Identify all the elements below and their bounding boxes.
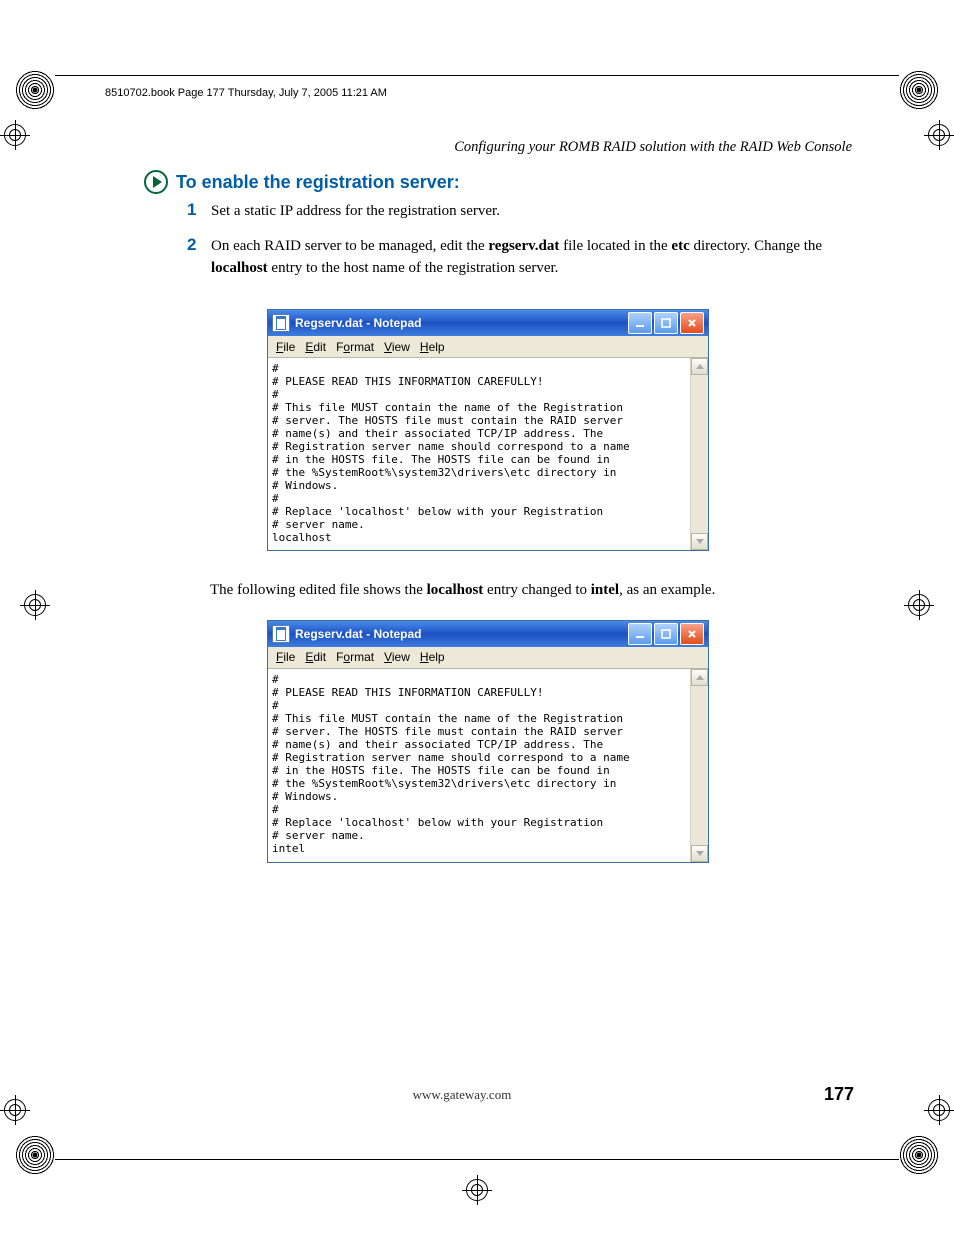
menubar: File Edit Format View Help [268,336,708,358]
printer-mark-icon [15,70,55,110]
step-2: 2 On each RAID server to be managed, edi… [187,235,854,280]
close-button[interactable] [680,623,704,645]
scroll-up-icon[interactable] [691,669,708,686]
dirname: etc [671,238,689,254]
titlebar[interactable]: Regserv.dat - Notepad [268,310,708,336]
section-heading: To enable the registration server: [176,172,460,193]
window-title: Regserv.dat - Notepad [295,627,421,641]
text-area-wrap: # # PLEASE READ THIS INFORMATION CAREFUL… [268,669,708,862]
printer-mark-icon [899,1135,939,1175]
notepad-icon [272,314,290,332]
scroll-down-icon[interactable] [691,533,708,550]
window-buttons [628,623,704,645]
printer-mark-icon [899,70,939,110]
notepad-window: Regserv.dat - Notepad File Edit Format V… [267,309,709,551]
menu-file[interactable]: File [276,340,295,354]
maximize-button[interactable] [654,623,678,645]
mid-paragraph: The following edited file shows the loca… [210,579,854,602]
menubar: File Edit Format View Help [268,647,708,669]
registration-mark-icon [20,590,50,620]
t: directory. Change the [690,238,822,254]
play-icon [144,170,168,194]
menu-edit[interactable]: Edit [305,650,326,664]
footer-url: www.gateway.com [413,1087,512,1103]
page-number: 177 [824,1084,854,1105]
registration-mark-icon [904,590,934,620]
crop-line [55,75,899,76]
window-buttons [628,312,704,334]
notepad-window: Regserv.dat - Notepad File Edit Format V… [267,620,709,863]
titlebar[interactable]: Regserv.dat - Notepad [268,621,708,647]
menu-file[interactable]: File [276,650,295,664]
step-text: On each RAID server to be managed, edit … [211,235,854,280]
menu-edit[interactable]: Edit [305,340,326,354]
minimize-button[interactable] [628,312,652,334]
menu-format[interactable]: Format [336,650,374,664]
footer: www.gateway.com 177 [100,1084,854,1105]
step-1: 1 Set a static IP address for the regist… [187,200,854,223]
crop-line [55,1159,899,1160]
text-area-wrap: # # PLEASE READ THIS INFORMATION CAREFUL… [268,358,708,550]
t: , as an example. [619,582,715,598]
text-content[interactable]: # # PLEASE READ THIS INFORMATION CAREFUL… [268,669,708,862]
window-title: Regserv.dat - Notepad [295,316,421,330]
registration-mark-icon [924,1095,954,1125]
t: The following edited file shows the [210,582,427,598]
heading-row: To enable the registration server: [144,170,854,194]
running-header: Configuring your ROMB RAID solution with… [454,139,852,156]
printer-mark-icon [15,1135,55,1175]
menu-view[interactable]: View [384,650,410,664]
t: On each RAID server to be managed, edit … [211,238,488,254]
entry: localhost [211,260,268,276]
notepad-icon [272,625,290,643]
filename: regserv.dat [488,238,559,254]
term: intel [591,582,619,598]
scroll-down-icon[interactable] [691,845,708,862]
term: localhost [427,582,484,598]
menu-format[interactable]: Format [336,340,374,354]
menu-help[interactable]: Help [420,340,445,354]
scrollbar[interactable] [690,358,708,550]
page: 8510702.book Page 177 Thursday, July 7, … [0,0,954,1235]
step-number: 2 [187,235,211,280]
step-text: Set a static IP address for the registra… [211,200,500,223]
step-number: 1 [187,200,211,223]
text-content[interactable]: # # PLEASE READ THIS INFORMATION CAREFUL… [268,358,708,550]
menu-help[interactable]: Help [420,650,445,664]
scroll-up-icon[interactable] [691,358,708,375]
close-button[interactable] [680,312,704,334]
minimize-button[interactable] [628,623,652,645]
maximize-button[interactable] [654,312,678,334]
content-area: To enable the registration server: 1 Set… [145,170,854,883]
registration-mark-icon [924,120,954,150]
menu-view[interactable]: View [384,340,410,354]
registration-mark-icon [0,120,30,150]
scrollbar[interactable] [690,669,708,862]
screenshot-notepad-2: Regserv.dat - Notepad File Edit Format V… [267,620,854,863]
book-header: 8510702.book Page 177 Thursday, July 7, … [105,87,387,99]
screenshot-notepad-1: Regserv.dat - Notepad File Edit Format V… [267,309,854,551]
registration-mark-icon [0,1095,30,1125]
t: entry to the host name of the registrati… [268,260,559,276]
t: file located in the [559,238,671,254]
t: entry changed to [483,582,590,598]
registration-mark-icon [462,1175,492,1205]
